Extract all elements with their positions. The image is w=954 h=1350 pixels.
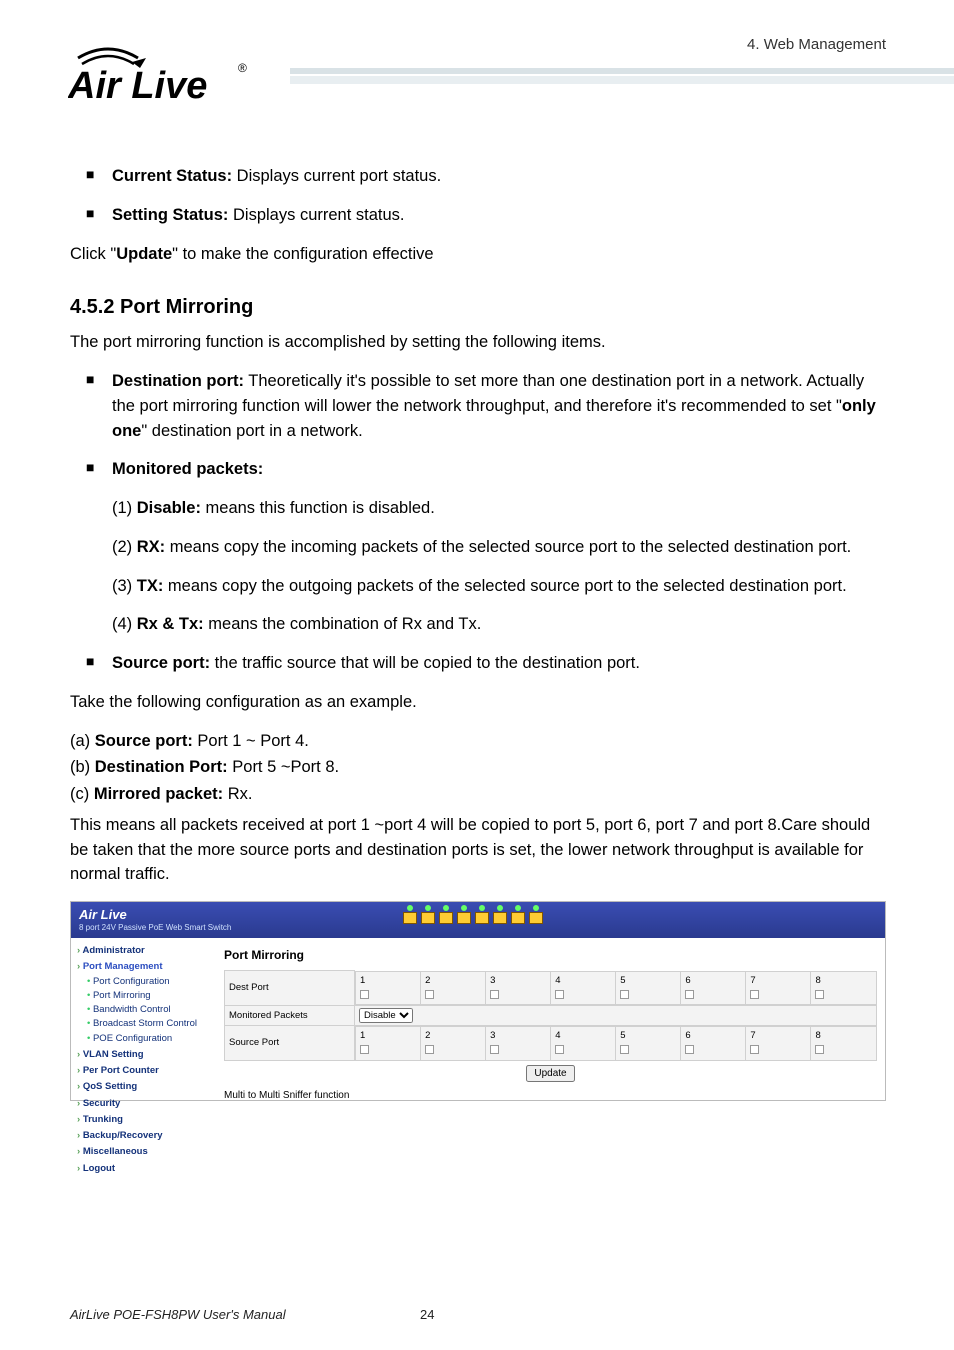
sidebar-item[interactable]: Security [77, 1097, 210, 1111]
section-title: 4.5.2 Port Mirroring [70, 292, 886, 322]
term: Monitored packets: [112, 460, 263, 478]
port-checkbox[interactable] [685, 1045, 694, 1054]
update-button[interactable]: Update [526, 1065, 574, 1082]
port-cell: 6 [681, 971, 746, 1005]
table-row: Monitored Packets Disable [225, 1006, 877, 1026]
port-cell: 2 [421, 1027, 486, 1061]
sidebar-item[interactable]: Port Mirroring [87, 989, 210, 1003]
monitored-packets-cell: Disable [355, 1006, 877, 1026]
table-row: Source Port 12345678 [225, 1026, 877, 1061]
bullet-current-status: Current Status: Displays current port st… [86, 164, 886, 189]
port-cell: 1 [356, 1027, 421, 1061]
manual-title: AirLive POE-FSH8PW User's Manual [70, 1307, 286, 1322]
example-c: (c) Mirrored packet: Rx. [70, 782, 886, 807]
bullet-monitored-packets: Monitored packets: [86, 457, 886, 482]
airlive-logo: Air Live ® [68, 38, 258, 108]
sidebar-item[interactable]: POE Configuration [87, 1032, 210, 1046]
port-checkbox[interactable] [620, 990, 629, 999]
port-cell: 3 [486, 1027, 551, 1061]
example-b: (b) Destination Port: Port 5 ~Port 8. [70, 755, 886, 780]
bullet-setting-status: Setting Status: Displays current status. [86, 203, 886, 228]
nav-port-management[interactable]: Port Management [77, 960, 210, 974]
port-checkbox[interactable] [815, 990, 824, 999]
monitored-packets-label: Monitored Packets [225, 1006, 355, 1026]
term: Setting Status: [112, 206, 228, 224]
section-intro: The port mirroring function is accomplis… [70, 330, 886, 355]
example-result: This means all packets received at port … [70, 813, 886, 887]
shot-subtitle: 8 port 24V Passive PoE Web Smart Switch [79, 922, 231, 934]
port-cell: 1 [356, 971, 421, 1005]
port-checkbox[interactable] [750, 990, 759, 999]
mirroring-table: Dest Port 12345678 Monitored Packets Dis… [224, 970, 877, 1061]
example-a: (a) Source port: Port 1 ~ Port 4. [70, 729, 886, 754]
bullet-destination-port: Destination port: Theoretically it's pos… [86, 369, 886, 443]
sidebar-item[interactable]: Backup/Recovery [77, 1129, 210, 1143]
term: Current Status: [112, 167, 232, 185]
sidebar-item[interactable]: VLAN Setting [77, 1048, 210, 1062]
monitored-packets-select[interactable]: Disable [359, 1008, 413, 1023]
port-checkbox[interactable] [425, 990, 434, 999]
desc: the traffic source that will be copied t… [210, 654, 640, 672]
monpk-3: (3) TX: means copy the outgoing packets … [112, 574, 886, 599]
desc: Displays current port status. [232, 167, 441, 185]
port-checkbox[interactable] [685, 990, 694, 999]
monpk-2: (2) RX: means copy the incoming packets … [112, 535, 886, 560]
sidebar-item[interactable]: Logout [77, 1162, 210, 1176]
port-checkbox[interactable] [490, 1045, 499, 1054]
port-cell: 5 [616, 971, 681, 1005]
sidebar-item[interactable]: Broadcast Storm Control [87, 1017, 210, 1031]
port-checkbox[interactable] [490, 990, 499, 999]
sidebar-item[interactable]: Bandwidth Control [87, 1003, 210, 1017]
nav-administrator[interactable]: Administrator [77, 944, 210, 958]
table-row: Dest Port 12345678 [225, 971, 877, 1006]
monpk-1: (1) Disable: means this function is disa… [112, 496, 886, 521]
term: Destination port: [112, 372, 244, 390]
sidebar-item[interactable]: Per Port Counter [77, 1064, 210, 1078]
sidebar-item[interactable]: Trunking [77, 1113, 210, 1127]
port-cell: 6 [681, 1027, 746, 1061]
shot-main: Port Mirroring Dest Port 12345678 Monito… [216, 938, 885, 1100]
sidebar-item[interactable]: QoS Setting [77, 1080, 210, 1094]
port-checkbox[interactable] [815, 1045, 824, 1054]
source-port-label: Source Port [225, 1026, 355, 1061]
port-cell: 7 [746, 971, 811, 1005]
desc: Displays current status. [228, 206, 404, 224]
shot-port-icons [401, 905, 545, 924]
shot-sidebar: Administrator Port Management Port Confi… [71, 938, 216, 1100]
port-checkbox[interactable] [425, 1045, 434, 1054]
port-cell: 4 [551, 1027, 616, 1061]
svg-text:®: ® [238, 61, 247, 75]
port-cell: 8 [811, 971, 876, 1005]
click-update-note: Click "Update" to make the configuration… [70, 242, 886, 267]
sidebar-item[interactable]: Port Configuration [87, 975, 210, 989]
header-decoration [290, 50, 954, 90]
monpk-4: (4) Rx & Tx: means the combination of Rx… [112, 612, 886, 637]
port-checkbox[interactable] [555, 1045, 564, 1054]
port-cell: 2 [421, 971, 486, 1005]
port-cell: 5 [616, 1027, 681, 1061]
port-cell: 8 [811, 1027, 876, 1061]
bullet-source-port: Source port: the traffic source that wil… [86, 651, 886, 676]
port-checkbox[interactable] [360, 1045, 369, 1054]
sidebar-item[interactable]: Miscellaneous [77, 1145, 210, 1159]
port-cell: 3 [486, 971, 551, 1005]
port-checkbox[interactable] [750, 1045, 759, 1054]
page-number: 24 [420, 1307, 434, 1322]
example-intro: Take the following configuration as an e… [70, 690, 886, 715]
port-checkbox[interactable] [360, 990, 369, 999]
svg-text:Air Live: Air Live [68, 65, 207, 107]
port-cell: 4 [551, 971, 616, 1005]
port-checkbox[interactable] [620, 1045, 629, 1054]
port-cell: 7 [746, 1027, 811, 1061]
port-mirroring-screenshot: Air Live 8 port 24V Passive PoE Web Smar… [70, 901, 886, 1101]
dest-port-label: Dest Port [225, 971, 355, 1006]
term: Source port: [112, 654, 210, 672]
sniffer-note: Multi to Multi Sniffer function [224, 1088, 877, 1103]
shot-title: Port Mirroring [224, 946, 877, 964]
port-checkbox[interactable] [555, 990, 564, 999]
